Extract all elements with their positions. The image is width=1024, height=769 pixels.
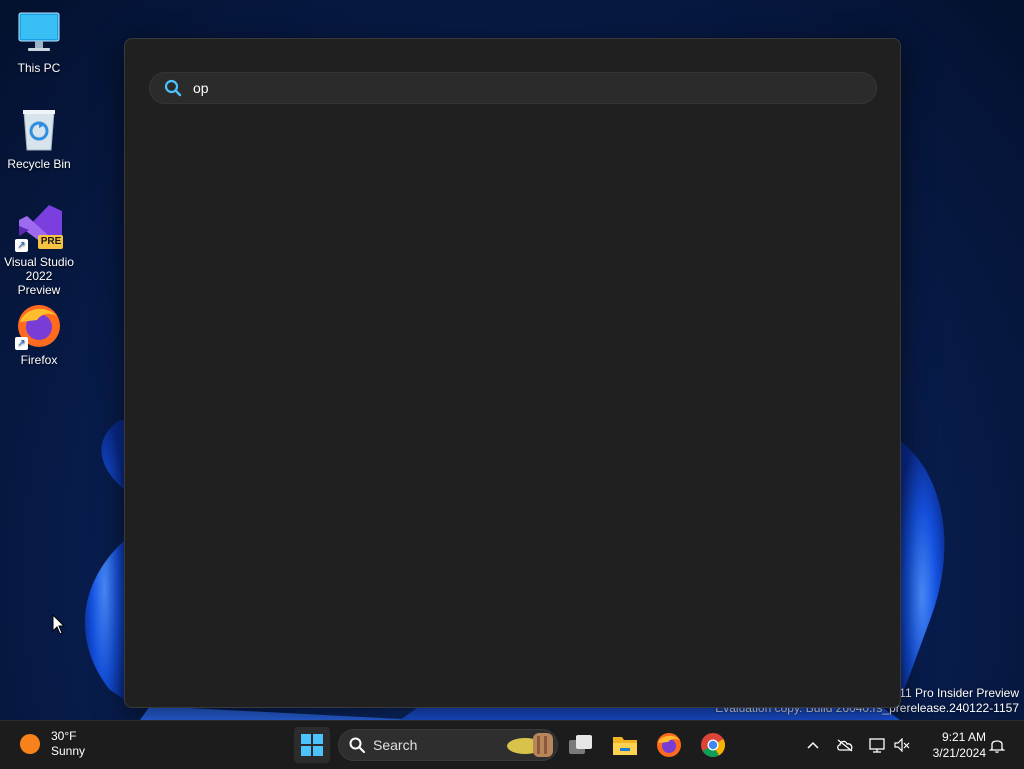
search-box[interactable]	[149, 72, 877, 104]
weather-condition: Sunny	[51, 744, 86, 758]
search-highlight-icon	[507, 733, 553, 757]
desktop-icon-label: Recycle Bin	[7, 157, 71, 171]
desktop-icon-label: This PC	[17, 61, 61, 75]
desktop-icon-label: Firefox	[20, 353, 58, 367]
taskbar-firefox-button[interactable]	[651, 727, 687, 763]
taskbar-search[interactable]: Search	[338, 729, 558, 761]
visual-studio-preview-icon: PRE ↗	[15, 204, 63, 252]
volume-tray-button[interactable]	[892, 727, 912, 763]
start-icon	[301, 734, 323, 756]
onedrive-tray-button[interactable]	[834, 727, 856, 763]
taskbar-chrome-button[interactable]	[695, 727, 731, 763]
taskbar: 30°F Sunny Search 9:21 AM 3/21/2024	[0, 720, 1024, 769]
chrome-icon	[701, 733, 726, 758]
shortcut-arrow-icon: ↗	[15, 239, 28, 252]
taskbar-search-label: Search	[373, 737, 418, 753]
file-explorer-icon	[613, 737, 637, 755]
search-input[interactable]	[191, 79, 795, 97]
search-icon	[164, 79, 182, 97]
firefox-icon	[657, 733, 681, 757]
weather-temp: 30°F	[51, 729, 77, 743]
file-explorer-button[interactable]	[607, 727, 643, 763]
network-icon	[869, 738, 885, 753]
bell-icon	[989, 740, 1005, 753]
pre-badge: PRE	[40, 236, 62, 247]
desktop-icon-this-pc[interactable]: This PC	[1, 10, 77, 75]
notifications-button[interactable]	[986, 727, 1008, 763]
firefox-icon: ↗	[15, 302, 63, 350]
desktop-icon-label: Visual Studio 2022 Preview	[4, 255, 74, 297]
weather-widget[interactable]: 30°F Sunny	[20, 729, 85, 759]
search-popup	[124, 38, 901, 708]
taskbar-clock[interactable]: 9:21 AM 3/21/2024	[920, 729, 986, 761]
shortcut-arrow-icon: ↗	[15, 337, 28, 350]
show-hidden-icons-button[interactable]	[802, 727, 824, 763]
this-pc-icon	[15, 10, 63, 58]
desktop-icon-firefox[interactable]: ↗ Firefox	[1, 302, 77, 367]
network-tray-button[interactable]	[866, 727, 888, 763]
start-button[interactable]	[294, 727, 330, 763]
desktop-icon-recycle-bin[interactable]: Recycle Bin	[1, 106, 77, 171]
cloud-offline-icon	[837, 739, 853, 752]
clock-time: 9:21 AM	[941, 730, 986, 744]
mouse-cursor-icon	[52, 614, 66, 635]
task-view-icon	[569, 735, 592, 754]
desktop: This PC Recycle Bin PRE ↗ Visual Studio …	[0, 0, 1024, 720]
recycle-bin-icon	[15, 106, 63, 154]
task-view-button[interactable]	[563, 727, 599, 763]
search-icon	[349, 737, 365, 753]
clock-date: 3/21/2024	[932, 746, 986, 760]
volume-muted-icon	[894, 738, 910, 752]
desktop-icon-visual-studio[interactable]: PRE ↗ Visual Studio 2022 Preview	[1, 204, 77, 297]
sun-icon	[20, 734, 40, 754]
chevron-up-icon	[807, 741, 819, 749]
